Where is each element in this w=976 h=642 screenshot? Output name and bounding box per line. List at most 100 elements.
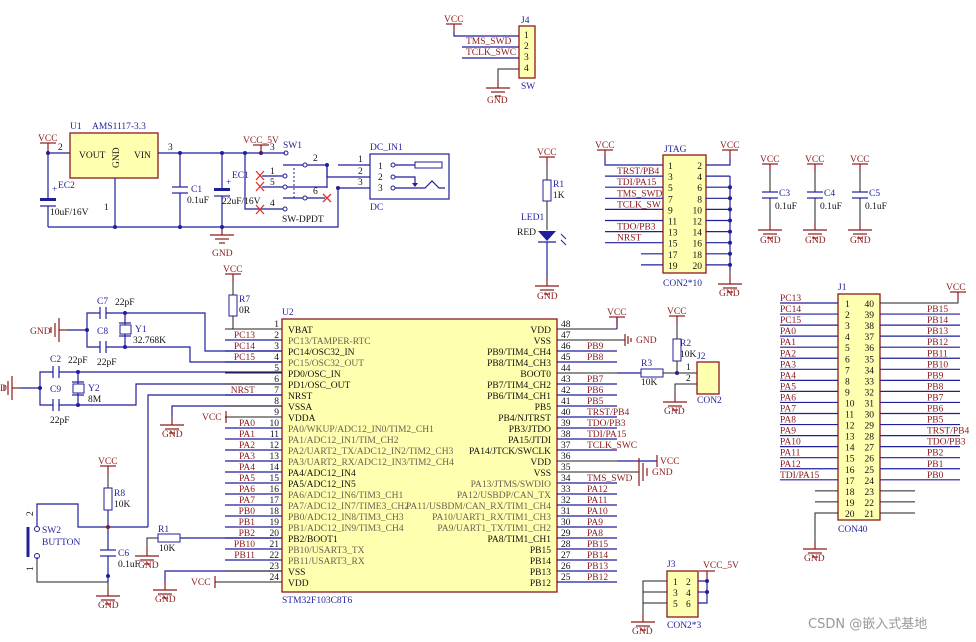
pin-number: 5 bbox=[274, 364, 279, 374]
component-value: 8M bbox=[88, 395, 102, 405]
pin-number: 3 bbox=[358, 178, 363, 188]
pin-number: 2 bbox=[26, 511, 36, 516]
vcc-label: VCC bbox=[946, 283, 966, 293]
pin-label: PB13 bbox=[530, 568, 551, 578]
pin-number: 17 bbox=[845, 477, 855, 487]
pin-label: PB12 bbox=[530, 579, 551, 589]
component-value: 22pF bbox=[68, 356, 88, 366]
pin-number: 31 bbox=[865, 399, 875, 409]
pin-number: 11 bbox=[845, 411, 854, 421]
pin-label: VSSA bbox=[288, 403, 312, 413]
part-name: SW bbox=[521, 82, 535, 92]
pin-label: PC15/OSC32_OUT bbox=[288, 359, 364, 369]
gnd-label: GND bbox=[138, 561, 159, 571]
pin-number: 28 bbox=[561, 540, 571, 550]
pin-number: 39 bbox=[561, 419, 571, 429]
component-value: 32.768K bbox=[133, 336, 166, 346]
net-label: TCLK_SW bbox=[617, 200, 661, 210]
ref-designator: Y2 bbox=[88, 384, 100, 394]
j1-40pin-header: J1 CON40 VCC GND 1 PC13 2 PC14 3 PC15 4 PA0 5 PA1… bbox=[780, 283, 969, 564]
pin-number: 34 bbox=[865, 366, 875, 376]
decoupling-capacitors: VCC C3 0.1uF GND VCC C4 0.1uF GND VCC C5 0.1uF GND bbox=[757, 155, 887, 246]
pin-number: 5 bbox=[270, 178, 275, 188]
ref-designator: C9 bbox=[50, 385, 61, 395]
component-value: 0R bbox=[239, 306, 251, 316]
gnd-label: GND bbox=[98, 601, 119, 611]
pin-number: 1 bbox=[668, 162, 673, 172]
ref-designator: C8 bbox=[97, 327, 108, 337]
gnd-label: GND bbox=[162, 430, 183, 440]
vcc-symbol bbox=[596, 149, 614, 159]
pin-number: 21 bbox=[865, 510, 875, 520]
pin-number: 12 bbox=[270, 441, 280, 451]
net-label: NRST bbox=[231, 386, 255, 396]
pin-number: 6 bbox=[274, 375, 279, 385]
net-label: TCLK_SWC bbox=[466, 48, 516, 58]
part-name: CON2 bbox=[697, 396, 722, 406]
pin-number: 24 bbox=[270, 573, 280, 583]
net-label: PC15 bbox=[780, 316, 801, 326]
ref-designator: LED1 bbox=[521, 213, 544, 223]
net-label: PA1 bbox=[780, 338, 796, 348]
pin-number: 16 bbox=[693, 240, 703, 250]
power-led-circuit: VCC R1 1K LED1 RED GND bbox=[517, 148, 567, 302]
pin-number: 35 bbox=[865, 355, 875, 365]
pin-number: 40 bbox=[865, 300, 875, 310]
pin-number: 44 bbox=[561, 364, 571, 374]
pin-number: 9 bbox=[845, 388, 850, 398]
pin-number: 13 bbox=[845, 433, 855, 443]
pin-number: 14 bbox=[270, 463, 280, 473]
pin-number: 43 bbox=[561, 375, 571, 385]
gnd-label: GND bbox=[155, 595, 176, 605]
vcc-symbol bbox=[608, 316, 626, 326]
vcc-symbol bbox=[668, 315, 686, 325]
pin-number: 23 bbox=[865, 488, 875, 498]
pin-number: 12 bbox=[693, 218, 703, 228]
net-label: PB9 bbox=[587, 342, 604, 352]
gnd-label: GND bbox=[804, 554, 825, 564]
component-value: 10K bbox=[159, 544, 176, 554]
net-label: PA6 bbox=[780, 393, 796, 403]
net-label: PA7 bbox=[239, 496, 255, 506]
pin-label: PA8/TIM1_CH1 bbox=[487, 535, 551, 545]
pin-label: VSS bbox=[534, 469, 551, 479]
net-label: PB11 bbox=[927, 349, 948, 359]
part-name: SW-DPDT bbox=[282, 215, 324, 225]
pin-number: 4 bbox=[686, 589, 691, 599]
ref-designator: R2 bbox=[680, 339, 691, 349]
net-label: PB6 bbox=[927, 405, 944, 415]
j1-pin-20: 20 bbox=[815, 510, 855, 520]
pin-number: 9 bbox=[274, 408, 279, 418]
u2-left-support: GND VCC GND VCC R1 10K GND bbox=[134, 394, 282, 605]
pin-number: 17 bbox=[668, 251, 678, 261]
pin-number: 3 bbox=[845, 322, 850, 332]
net-label: PA3 bbox=[780, 360, 796, 370]
pin-number: 42 bbox=[561, 386, 571, 396]
capacitor-c5: VCC C5 0.1uF GND bbox=[847, 155, 887, 246]
net-label: PB5 bbox=[587, 397, 604, 407]
pin-label: VDDA bbox=[288, 414, 316, 424]
net-label: PA1 bbox=[239, 430, 255, 440]
pin-number: 7 bbox=[668, 195, 673, 205]
j1-pin-22: 22 bbox=[865, 499, 915, 509]
u2-stm32-mcu: U2 STM32F103C8T6 1VBAT2PC13/TAMPER-RTCPC… bbox=[225, 308, 637, 606]
ref-designator: R1 bbox=[553, 180, 564, 190]
component-value: 10K bbox=[680, 350, 697, 360]
pin-label: PB9/TIM4_CH4 bbox=[487, 348, 551, 358]
ref-designator: R3 bbox=[641, 359, 652, 369]
net-label: PB5 bbox=[927, 416, 944, 426]
pin-number: 2 bbox=[686, 374, 691, 384]
pin-number: 1 bbox=[673, 578, 678, 588]
pin-number: 30 bbox=[865, 411, 875, 421]
pin-number: 6 bbox=[697, 184, 702, 194]
pin-number: 1 bbox=[686, 363, 691, 373]
pin-label: PB5 bbox=[535, 403, 552, 413]
pin-label: VOUT bbox=[79, 151, 106, 161]
vcc-label: VCC bbox=[667, 307, 687, 317]
net-label: PB11 bbox=[234, 551, 255, 561]
watermark: CSDN @嵌入式基地 bbox=[808, 617, 927, 632]
vcc5v-symbol bbox=[252, 144, 270, 154]
pin-label: PB10/USART3_TX bbox=[288, 546, 365, 556]
pin-label: PD1/OSC_OUT bbox=[288, 381, 350, 391]
net-label: TDO/PB3 bbox=[617, 223, 656, 233]
